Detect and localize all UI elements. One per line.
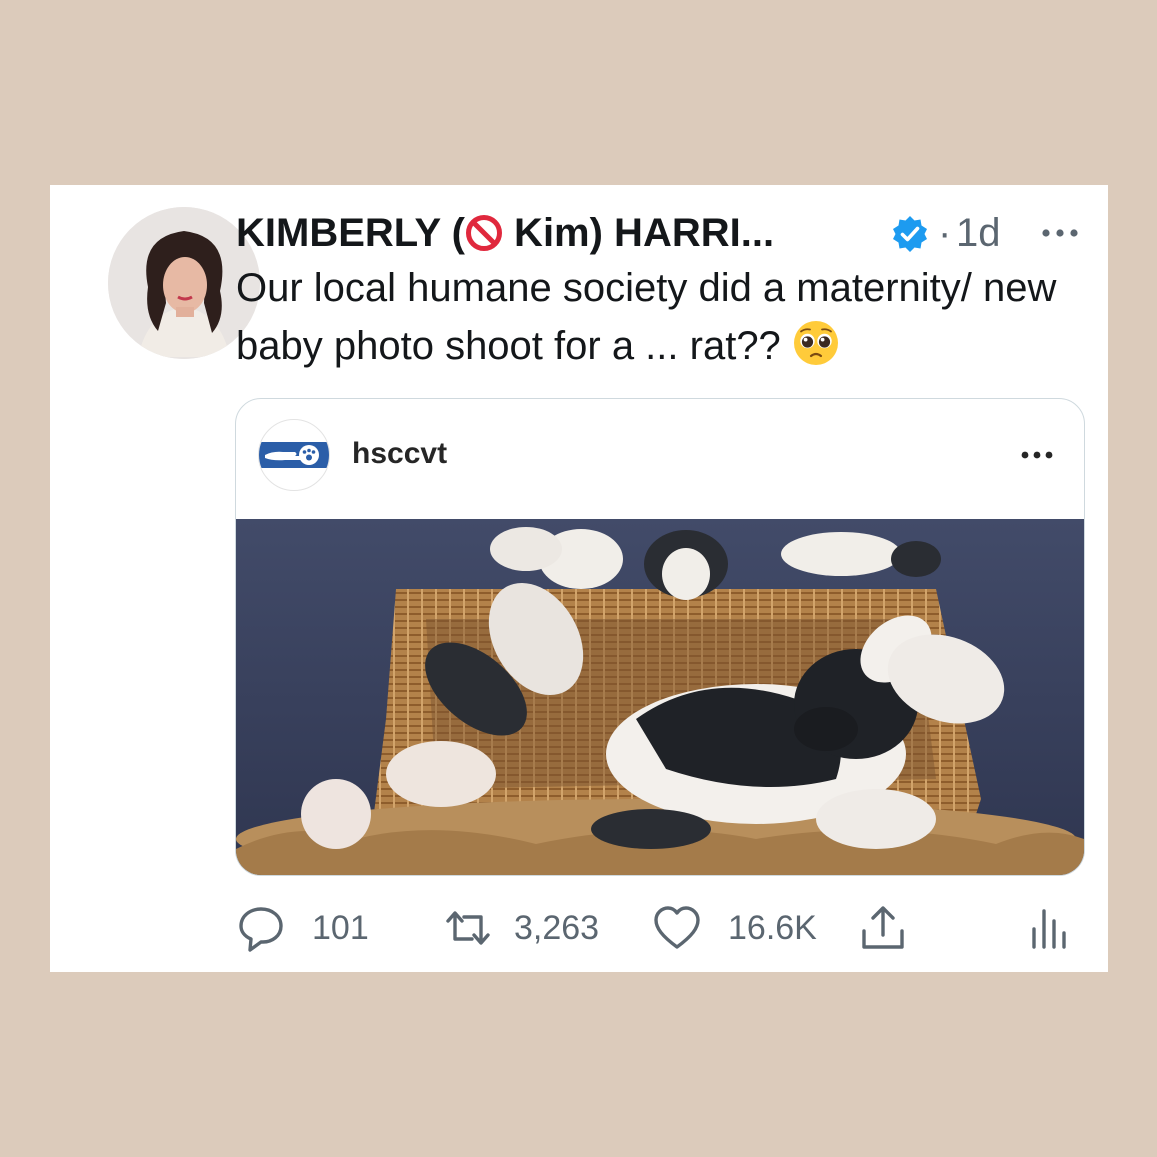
share-icon <box>862 906 904 949</box>
tweet-card[interactable]: KIMBERLY ( Kim) HARRI... · 1d Our local … <box>50 185 1108 972</box>
reply-button[interactable]: 101 <box>236 903 369 953</box>
tweet-actions: 101 3,263 16.6K <box>236 903 1068 953</box>
no-entry-icon <box>465 215 502 251</box>
embedded-post-header: hsccvt <box>236 399 1084 519</box>
share-button[interactable] <box>858 903 908 953</box>
post-photo[interactable] <box>236 519 1084 875</box>
analytics-icon <box>1032 909 1066 949</box>
retweet-icon <box>446 911 490 945</box>
retweet-count: 3,263 <box>514 908 600 947</box>
humane-society-logo <box>259 442 329 468</box>
reply-count: 101 <box>312 908 369 947</box>
tweet-text: Our local humane society did a maternity… <box>236 259 1096 375</box>
pleading-face-icon <box>793 321 838 365</box>
like-icon <box>654 906 700 949</box>
time-separator: · <box>938 211 952 255</box>
timestamp[interactable]: 1d <box>956 205 1001 261</box>
embedded-more-icon[interactable] <box>1020 449 1054 461</box>
analytics-button[interactable] <box>1026 903 1070 953</box>
tweet-text-content: Our local humane society did a maternity… <box>236 266 1057 368</box>
author-name-part: Kim) HARRI... <box>502 211 775 255</box>
verified-badge-icon <box>893 216 927 252</box>
retweet-button[interactable]: 3,263 <box>442 903 599 953</box>
embedded-post[interactable]: hsccvt <box>235 398 1085 876</box>
like-count: 16.6K <box>728 908 817 947</box>
embedded-account-name[interactable]: hsccvt <box>352 437 447 471</box>
more-icon[interactable] <box>1038 219 1082 247</box>
reply-icon <box>239 907 283 952</box>
tweet-header: KIMBERLY ( Kim) HARRI... · 1d <box>236 205 1088 261</box>
like-button[interactable]: 16.6K <box>652 903 817 953</box>
org-logo[interactable] <box>258 419 330 491</box>
author-name[interactable]: KIMBERLY ( Kim) HARRI... <box>236 205 774 261</box>
author-name-part: KIMBERLY ( <box>236 211 465 255</box>
